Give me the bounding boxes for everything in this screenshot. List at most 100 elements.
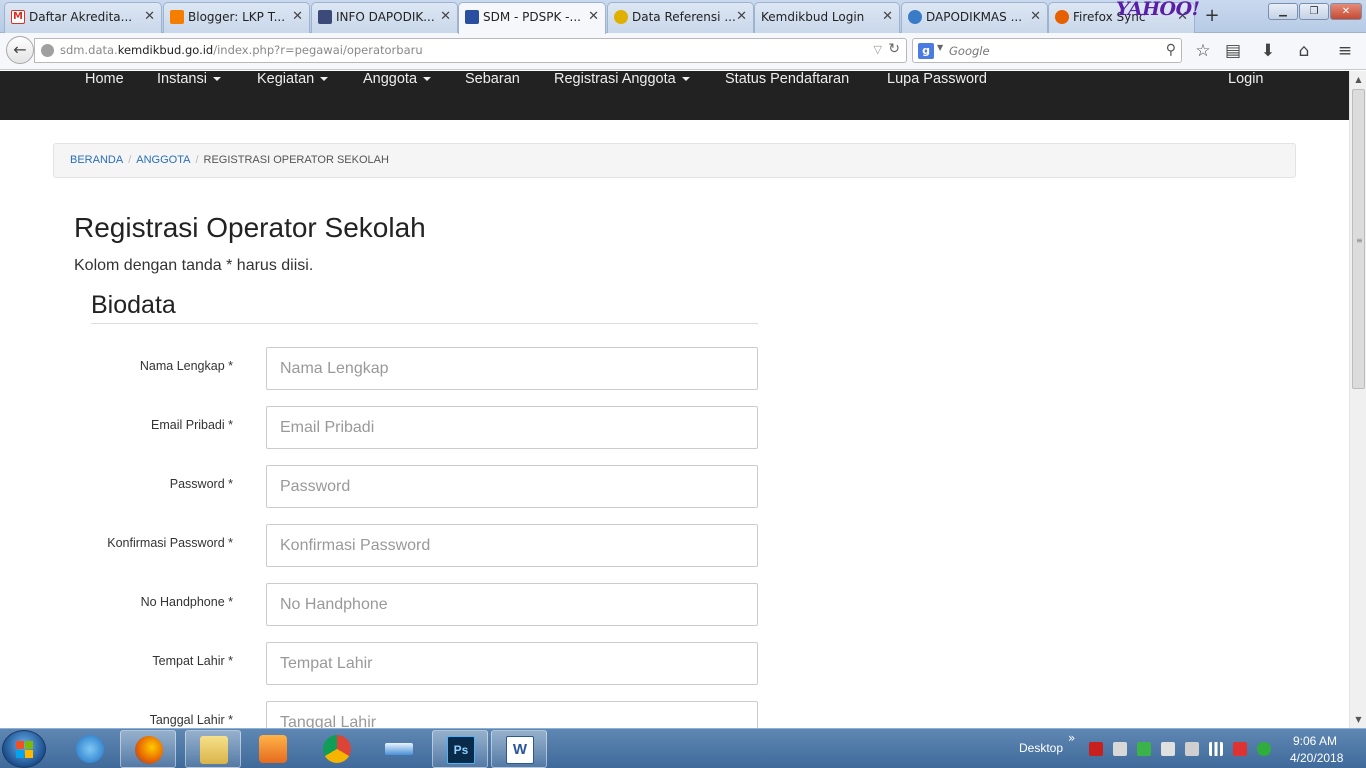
tab-info-dapodik[interactable]: INFO DAPODIK... ✕ <box>311 2 458 33</box>
file-explorer-icon <box>200 736 228 764</box>
windows-taskbar: Ps W Desktop » 9:06 AM 4/20/2018 <box>0 728 1366 768</box>
volume-muted-icon[interactable] <box>1185 742 1199 756</box>
close-tab-icon[interactable]: ✕ <box>882 3 893 31</box>
signal-icon[interactable] <box>1209 742 1223 756</box>
form-row-nama-lengkap: Nama Lengkap * <box>60 347 760 390</box>
close-tab-icon[interactable]: ✕ <box>736 3 747 31</box>
nav-anggota[interactable]: Anggota <box>363 71 432 120</box>
breadcrumb-beranda[interactable]: BERANDA <box>70 154 123 166</box>
close-tab-icon[interactable]: ✕ <box>144 3 155 31</box>
firefox-icon <box>135 736 163 764</box>
drive-tray-icon[interactable] <box>1137 742 1151 756</box>
nav-status-pendaftaran[interactable]: Status Pendaftaran <box>725 71 849 120</box>
url-dropdown-icon[interactable]: ▽ <box>874 43 882 56</box>
search-bar[interactable]: g ▼ Google ⚲ <box>912 38 1182 63</box>
nav-registrasi-anggota[interactable]: Registrasi Anggota <box>554 71 690 120</box>
scroll-up-arrow-icon[interactable]: ▲ <box>1350 71 1366 88</box>
download-icon[interactable]: ⬇ <box>1257 41 1279 61</box>
clock-time[interactable]: 9:06 AM <box>1293 734 1337 748</box>
close-tab-icon[interactable]: ✕ <box>1030 3 1041 31</box>
form-row-email-pribadi: Email Pribadi * <box>60 406 760 449</box>
breadcrumb-separator: / <box>128 154 132 166</box>
taskbar-file-explorer[interactable] <box>185 730 241 768</box>
back-button[interactable]: ← <box>6 36 34 64</box>
window-close-button[interactable]: ✕ <box>1330 3 1362 20</box>
home-icon[interactable]: ⌂ <box>1293 41 1315 61</box>
media-player-icon <box>259 735 287 763</box>
taskbar-photoshop[interactable]: Ps <box>432 730 488 768</box>
taskbar-scanner[interactable] <box>371 730 427 768</box>
close-tab-icon[interactable]: ✕ <box>588 3 599 31</box>
tray-expand-icon[interactable]: » <box>1068 731 1075 745</box>
email-pribadi-input[interactable] <box>266 406 758 449</box>
nav-label: Anggota <box>363 71 418 87</box>
minimize-button[interactable]: ▁ <box>1268 3 1298 20</box>
section-divider <box>91 323 758 324</box>
url-path: /index.php?r=pegawai/operatorbaru <box>213 43 423 57</box>
nama-lengkap-input[interactable] <box>266 347 758 390</box>
url-text[interactable]: sdm.data.kemdikbud.go.id/index.php?r=peg… <box>60 43 423 57</box>
form-row-tempat-lahir: Tempat Lahir * <box>60 642 760 685</box>
tab-data-referensi[interactable]: Data Referensi ... ✕ <box>607 2 754 33</box>
caret-down-icon <box>320 77 329 82</box>
search-icon[interactable]: ⚲ <box>1166 42 1176 58</box>
network-error-icon[interactable] <box>1233 742 1247 756</box>
security-shield-icon[interactable] <box>1257 742 1271 756</box>
field-label: Tempat Lahir * <box>152 654 233 668</box>
maximize-button[interactable]: ❐ <box>1299 3 1329 20</box>
menu-icon[interactable]: ≡ <box>1334 41 1356 61</box>
pdf-tray-icon[interactable] <box>1089 742 1103 756</box>
tab-label: DAPODIKMAS ... <box>926 10 1023 24</box>
tab-kemdikbud-login[interactable]: Kemdikbud Login ✕ <box>754 2 900 33</box>
close-tab-icon[interactable]: ✕ <box>440 3 451 31</box>
google-icon[interactable]: g <box>918 43 934 59</box>
taskbar-internet-explorer[interactable] <box>62 730 118 768</box>
konfirmasi-password-input[interactable] <box>266 524 758 567</box>
chevron-down-icon[interactable]: ▼ <box>937 43 943 52</box>
field-label: Nama Lengkap * <box>139 359 233 373</box>
nav-label: Status Pendaftaran <box>725 71 850 87</box>
reload-icon[interactable]: ↻ <box>888 41 900 57</box>
nav-sebaran[interactable]: Sebaran <box>465 71 520 120</box>
tanggal-lahir-input[interactable] <box>266 701 758 728</box>
word-icon: W <box>506 736 534 764</box>
bookmark-star-icon[interactable]: ☆ <box>1192 41 1214 61</box>
bookmarks-list-icon[interactable]: ▤ <box>1222 41 1244 61</box>
nav-label: Kegiatan <box>257 71 315 87</box>
tools-tray-icon[interactable] <box>1113 742 1127 756</box>
tempat-lahir-input[interactable] <box>266 642 758 685</box>
nav-login[interactable]: Login <box>1228 71 1263 120</box>
breadcrumb-anggota[interactable]: ANGGOTA <box>136 154 190 166</box>
taskbar-media-player[interactable] <box>245 730 301 768</box>
tab-blogger[interactable]: Blogger: LKP T... ✕ <box>163 2 310 33</box>
tab-daftar-akreditasi[interactable]: M Daftar Akredita... ✕ <box>4 2 162 33</box>
site-navbar: Home Instansi Kegiatan Anggota Sebaran R… <box>0 71 1349 120</box>
nav-label: Lupa Password <box>887 71 987 87</box>
address-bar[interactable]: sdm.data.kemdikbud.go.id/index.php?r=peg… <box>34 38 907 63</box>
tab-sdm-pdspk[interactable]: SDM - PDSPK -... ✕ <box>458 2 606 34</box>
start-button[interactable] <box>2 730 46 768</box>
password-input[interactable] <box>266 465 758 508</box>
nav-kegiatan[interactable]: Kegiatan <box>257 71 329 120</box>
desktop-toolbar-label[interactable]: Desktop <box>1019 741 1063 755</box>
taskbar-word[interactable]: W <box>491 730 547 768</box>
close-tab-icon[interactable]: ✕ <box>292 3 303 31</box>
scrollbar-thumb[interactable]: ≡ <box>1352 89 1365 389</box>
windows-logo-icon <box>16 741 34 759</box>
clipboard-tray-icon[interactable] <box>1161 742 1175 756</box>
taskbar-firefox[interactable] <box>120 730 176 768</box>
nav-lupa-password[interactable]: Lupa Password <box>887 71 987 120</box>
grip-icon: ≡ <box>1356 236 1363 245</box>
new-tab-button[interactable]: + <box>1202 4 1222 28</box>
vertical-scrollbar[interactable]: ▲ ≡ ▼ <box>1349 71 1366 728</box>
no-handphone-input[interactable] <box>266 583 758 626</box>
scroll-down-arrow-icon[interactable]: ▼ <box>1350 711 1366 728</box>
dapodikmas-icon <box>908 10 922 24</box>
form-row-tanggal-lahir: Tanggal Lahir * <box>60 701 760 728</box>
nav-instansi[interactable]: Instansi <box>157 71 221 120</box>
form-row-no-handphone: No Handphone * <box>60 583 760 626</box>
taskbar-chrome[interactable] <box>309 730 365 768</box>
tab-dapodikmas[interactable]: DAPODIKMAS ... ✕ <box>901 2 1048 33</box>
nav-home[interactable]: Home <box>85 71 124 120</box>
clock-date[interactable]: 4/20/2018 <box>1290 751 1343 765</box>
